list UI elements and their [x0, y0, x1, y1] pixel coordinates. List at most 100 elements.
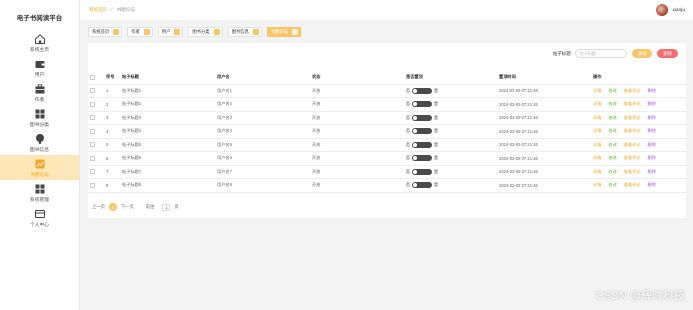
- row-checkbox[interactable]: [90, 155, 95, 161]
- switch-on-label: 是: [434, 155, 438, 161]
- sidebar-item-1[interactable]: 用户: [0, 55, 79, 80]
- pin-switch[interactable]: 否是: [406, 141, 438, 148]
- col-header-title[interactable]: 帖子标题: [120, 71, 215, 85]
- switch-track[interactable]: [412, 182, 432, 189]
- tab-0[interactable]: 系统首页: [88, 27, 123, 37]
- sidebar-item-5[interactable]: 书圈论坛: [0, 155, 79, 180]
- row-delete-button[interactable]: 删除: [648, 101, 656, 106]
- edit-button[interactable]: 修改: [608, 128, 616, 133]
- view-comments-button[interactable]: 查看评论: [624, 101, 641, 106]
- switch-track[interactable]: [412, 168, 432, 175]
- col-header-pinned[interactable]: 是否置顶: [404, 71, 497, 85]
- pin-switch[interactable]: 否是: [406, 114, 438, 121]
- sidebar-item-7[interactable]: 个人中心: [0, 205, 79, 230]
- row-delete-button[interactable]: 删除: [648, 142, 656, 147]
- current-page[interactable]: 1: [108, 203, 117, 211]
- switch-track[interactable]: [412, 101, 432, 108]
- detail-button[interactable]: 详情: [593, 115, 601, 120]
- switch-track[interactable]: [412, 87, 432, 94]
- row-delete-button[interactable]: 删除: [648, 115, 656, 120]
- next-page-button[interactable]: 下一页: [121, 204, 134, 210]
- tab-close-icon[interactable]: [143, 29, 150, 35]
- pin-switch[interactable]: 否是: [406, 155, 438, 162]
- tab-1[interactable]: 作者: [127, 27, 153, 37]
- row-checkbox[interactable]: [90, 101, 95, 107]
- row-checkbox[interactable]: [90, 169, 95, 175]
- pin-switch[interactable]: 否是: [406, 182, 438, 189]
- tab-2[interactable]: 用户: [157, 27, 184, 37]
- cell-title: 帖子标题3: [120, 111, 215, 125]
- pin-switch[interactable]: 否是: [406, 87, 438, 94]
- row-delete-button[interactable]: 删除: [648, 169, 656, 174]
- row-checkbox[interactable]: [90, 88, 95, 94]
- tab-4[interactable]: 图书信息: [227, 27, 262, 37]
- edit-button[interactable]: 修改: [608, 182, 616, 187]
- view-comments-button[interactable]: 查看评论: [624, 155, 641, 160]
- detail-button[interactable]: 详情: [593, 88, 601, 93]
- sidebar-item-0[interactable]: 系统主页: [0, 30, 79, 55]
- cell-pin-time: 2024-03-09 07:21:46: [497, 97, 591, 112]
- tab-close-icon[interactable]: [213, 29, 220, 35]
- sidebar-item-6[interactable]: 系统管理: [0, 180, 79, 205]
- col-header-status[interactable]: 状态: [310, 71, 404, 85]
- row-checkbox[interactable]: [90, 182, 95, 188]
- row-checkbox[interactable]: [90, 128, 95, 134]
- view-comments-button[interactable]: 查看评论: [624, 128, 641, 133]
- detail-button[interactable]: 详情: [593, 169, 601, 174]
- tab-close-icon[interactable]: [252, 29, 259, 35]
- pin-switch[interactable]: 否是: [406, 168, 438, 175]
- edit-button[interactable]: 修改: [608, 88, 616, 93]
- edit-button[interactable]: 修改: [608, 101, 616, 106]
- cell-status: 开放: [310, 138, 404, 152]
- search-button[interactable]: 查询: [631, 49, 653, 58]
- detail-button[interactable]: 详情: [593, 128, 601, 133]
- detail-button[interactable]: 详情: [593, 182, 601, 187]
- tab-5[interactable]: 书圈论坛: [266, 27, 301, 37]
- detail-button[interactable]: 详情: [593, 101, 601, 106]
- view-comments-button[interactable]: 查看评论: [624, 169, 641, 174]
- sidebar-item-2[interactable]: 作者: [0, 80, 79, 105]
- row-delete-button[interactable]: 删除: [648, 155, 656, 160]
- col-header-pin-time[interactable]: 置顶时间: [497, 71, 591, 85]
- page-jump-input[interactable]: 1: [162, 203, 171, 211]
- edit-button[interactable]: 修改: [608, 155, 616, 160]
- breadcrumb-home[interactable]: 系统首页: [89, 7, 107, 12]
- view-comments-button[interactable]: 查看评论: [624, 182, 641, 187]
- user-menu[interactable]: xiaoju: [656, 4, 685, 16]
- tab-close-icon[interactable]: [291, 29, 298, 35]
- row-delete-button[interactable]: 删除: [648, 182, 656, 187]
- row-checkbox[interactable]: [90, 115, 95, 121]
- avatar[interactable]: [656, 4, 669, 16]
- detail-button[interactable]: 详情: [593, 142, 601, 147]
- detail-button[interactable]: 详情: [593, 155, 601, 160]
- search-input[interactable]: 帖子标题: [574, 49, 627, 58]
- sidebar-item-3[interactable]: 图书分类: [0, 105, 79, 130]
- prev-page-button[interactable]: 上一页: [92, 204, 105, 210]
- pin-switch[interactable]: 否是: [406, 128, 438, 135]
- delete-button[interactable]: 删除: [657, 49, 678, 58]
- col-header-user[interactable]: 用户名: [215, 71, 310, 85]
- cell-status: 开放: [310, 84, 404, 98]
- edit-button[interactable]: 修改: [608, 169, 616, 174]
- view-comments-button[interactable]: 查看评论: [624, 88, 641, 93]
- switch-off-label: 否: [406, 87, 410, 93]
- row-checkbox[interactable]: [90, 142, 95, 148]
- tab-3[interactable]: 图书分类: [188, 27, 223, 37]
- view-comments-button[interactable]: 查看评论: [624, 142, 641, 147]
- sidebar-item-4[interactable]: 图书信息: [0, 130, 79, 155]
- edit-button[interactable]: 修改: [608, 115, 616, 120]
- tab-close-icon[interactable]: [113, 29, 120, 35]
- switch-track[interactable]: [412, 141, 432, 148]
- switch-track[interactable]: [412, 155, 432, 162]
- switch-track[interactable]: [412, 128, 432, 135]
- edit-button[interactable]: 修改: [608, 142, 616, 147]
- pin-switch[interactable]: 否是: [406, 101, 438, 108]
- user-name[interactable]: xiaoju: [672, 8, 685, 13]
- switch-knob: [413, 102, 417, 107]
- view-comments-button[interactable]: 查看评论: [624, 115, 641, 120]
- tab-close-icon[interactable]: [174, 29, 181, 35]
- select-all-checkbox[interactable]: [90, 74, 95, 80]
- row-delete-button[interactable]: 删除: [648, 128, 656, 133]
- switch-track[interactable]: [412, 114, 432, 121]
- row-delete-button[interactable]: 删除: [648, 88, 656, 93]
